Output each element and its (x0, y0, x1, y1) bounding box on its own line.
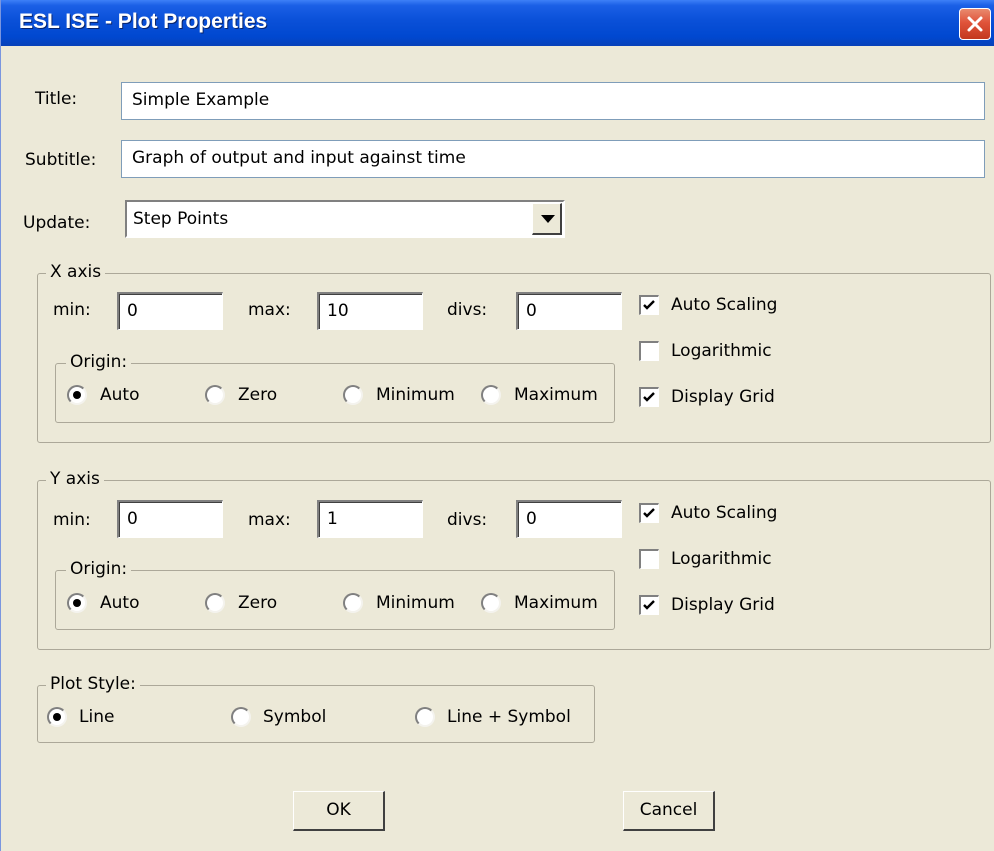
update-select-value: Step Points (133, 209, 229, 229)
plot-style-legend: Plot Style: (46, 674, 140, 694)
y-display-grid-label: Display Grid (671, 595, 775, 615)
y-logarithmic-label: Logarithmic (671, 549, 772, 569)
plot-style-line-symbol-radio[interactable] (415, 707, 435, 727)
checkmark-icon (643, 508, 655, 518)
x-origin-minimum-radio[interactable] (343, 385, 363, 405)
y-divs-input[interactable]: 0 (516, 500, 622, 538)
x-origin-auto-label: Auto (100, 385, 140, 405)
x-divs-label: divs: (447, 300, 488, 320)
x-divs-input[interactable]: 0 (516, 292, 622, 330)
plot-style-symbol-radio[interactable] (231, 707, 251, 727)
x-auto-scaling-label: Auto Scaling (671, 295, 778, 315)
update-label: Update: (23, 213, 91, 233)
x-auto-scaling-checkbox[interactable] (639, 295, 659, 315)
x-origin-maximum-radio[interactable] (481, 385, 501, 405)
y-origin-auto-radio[interactable] (67, 593, 87, 613)
x-origin-zero-label: Zero (238, 385, 278, 405)
y-max-label: max: (248, 510, 291, 530)
y-logarithmic-checkbox[interactable] (639, 549, 659, 569)
x-origin-minimum-label: Minimum (376, 385, 455, 405)
x-origin-maximum-label: Maximum (514, 385, 598, 405)
x-axis-legend: X axis (46, 262, 106, 282)
y-origin-maximum-label: Maximum (514, 593, 598, 613)
y-divs-label: divs: (447, 510, 488, 530)
x-max-label: max: (248, 300, 291, 320)
checkmark-icon (643, 600, 655, 610)
close-button[interactable] (959, 8, 991, 40)
y-origin-auto-label: Auto (100, 593, 140, 613)
title-input[interactable]: Simple Example (121, 82, 985, 120)
plot-properties-dialog: ESL ISE - Plot Properties Title: Simple … (0, 0, 994, 851)
title-label: Title: (35, 89, 78, 109)
y-origin-minimum-radio[interactable] (343, 593, 363, 613)
x-origin-zero-radio[interactable] (205, 385, 225, 405)
checkmark-icon (643, 392, 655, 402)
x-max-input[interactable]: 10 (317, 292, 423, 330)
y-axis-legend: Y axis (46, 469, 104, 489)
x-display-grid-checkbox[interactable] (639, 387, 659, 407)
cancel-button[interactable]: Cancel (623, 791, 715, 831)
y-display-grid-checkbox[interactable] (639, 595, 659, 615)
title-bar[interactable]: ESL ISE - Plot Properties (1, 0, 994, 46)
x-origin-auto-radio[interactable] (67, 385, 87, 405)
chevron-down-icon[interactable] (532, 203, 562, 235)
y-auto-scaling-label: Auto Scaling (671, 503, 778, 523)
window-title: ESL ISE - Plot Properties (19, 10, 268, 33)
x-logarithmic-label: Logarithmic (671, 341, 772, 361)
x-origin-legend: Origin: (66, 352, 132, 372)
close-icon (967, 16, 983, 32)
y-origin-zero-radio[interactable] (205, 593, 225, 613)
ok-button[interactable]: OK (293, 791, 385, 831)
checkmark-icon (643, 300, 655, 310)
y-origin-maximum-radio[interactable] (481, 593, 501, 613)
y-min-label: min: (53, 510, 91, 530)
x-min-input[interactable]: 0 (117, 292, 223, 330)
y-max-input[interactable]: 1 (317, 500, 423, 538)
y-origin-zero-label: Zero (238, 593, 278, 613)
plot-style-line-symbol-label: Line + Symbol (447, 707, 571, 727)
plot-style-symbol-label: Symbol (263, 707, 327, 727)
x-logarithmic-checkbox[interactable] (639, 341, 659, 361)
update-select[interactable]: Step Points (125, 200, 565, 238)
y-origin-legend: Origin: (66, 559, 132, 579)
x-display-grid-label: Display Grid (671, 387, 775, 407)
y-min-input[interactable]: 0 (117, 500, 223, 538)
plot-style-line-radio[interactable] (47, 707, 67, 727)
subtitle-label: Subtitle: (25, 150, 97, 170)
x-min-label: min: (53, 300, 91, 320)
y-origin-minimum-label: Minimum (376, 593, 455, 613)
y-auto-scaling-checkbox[interactable] (639, 503, 659, 523)
plot-style-line-label: Line (79, 707, 115, 727)
subtitle-input[interactable]: Graph of output and input against time (121, 140, 985, 178)
